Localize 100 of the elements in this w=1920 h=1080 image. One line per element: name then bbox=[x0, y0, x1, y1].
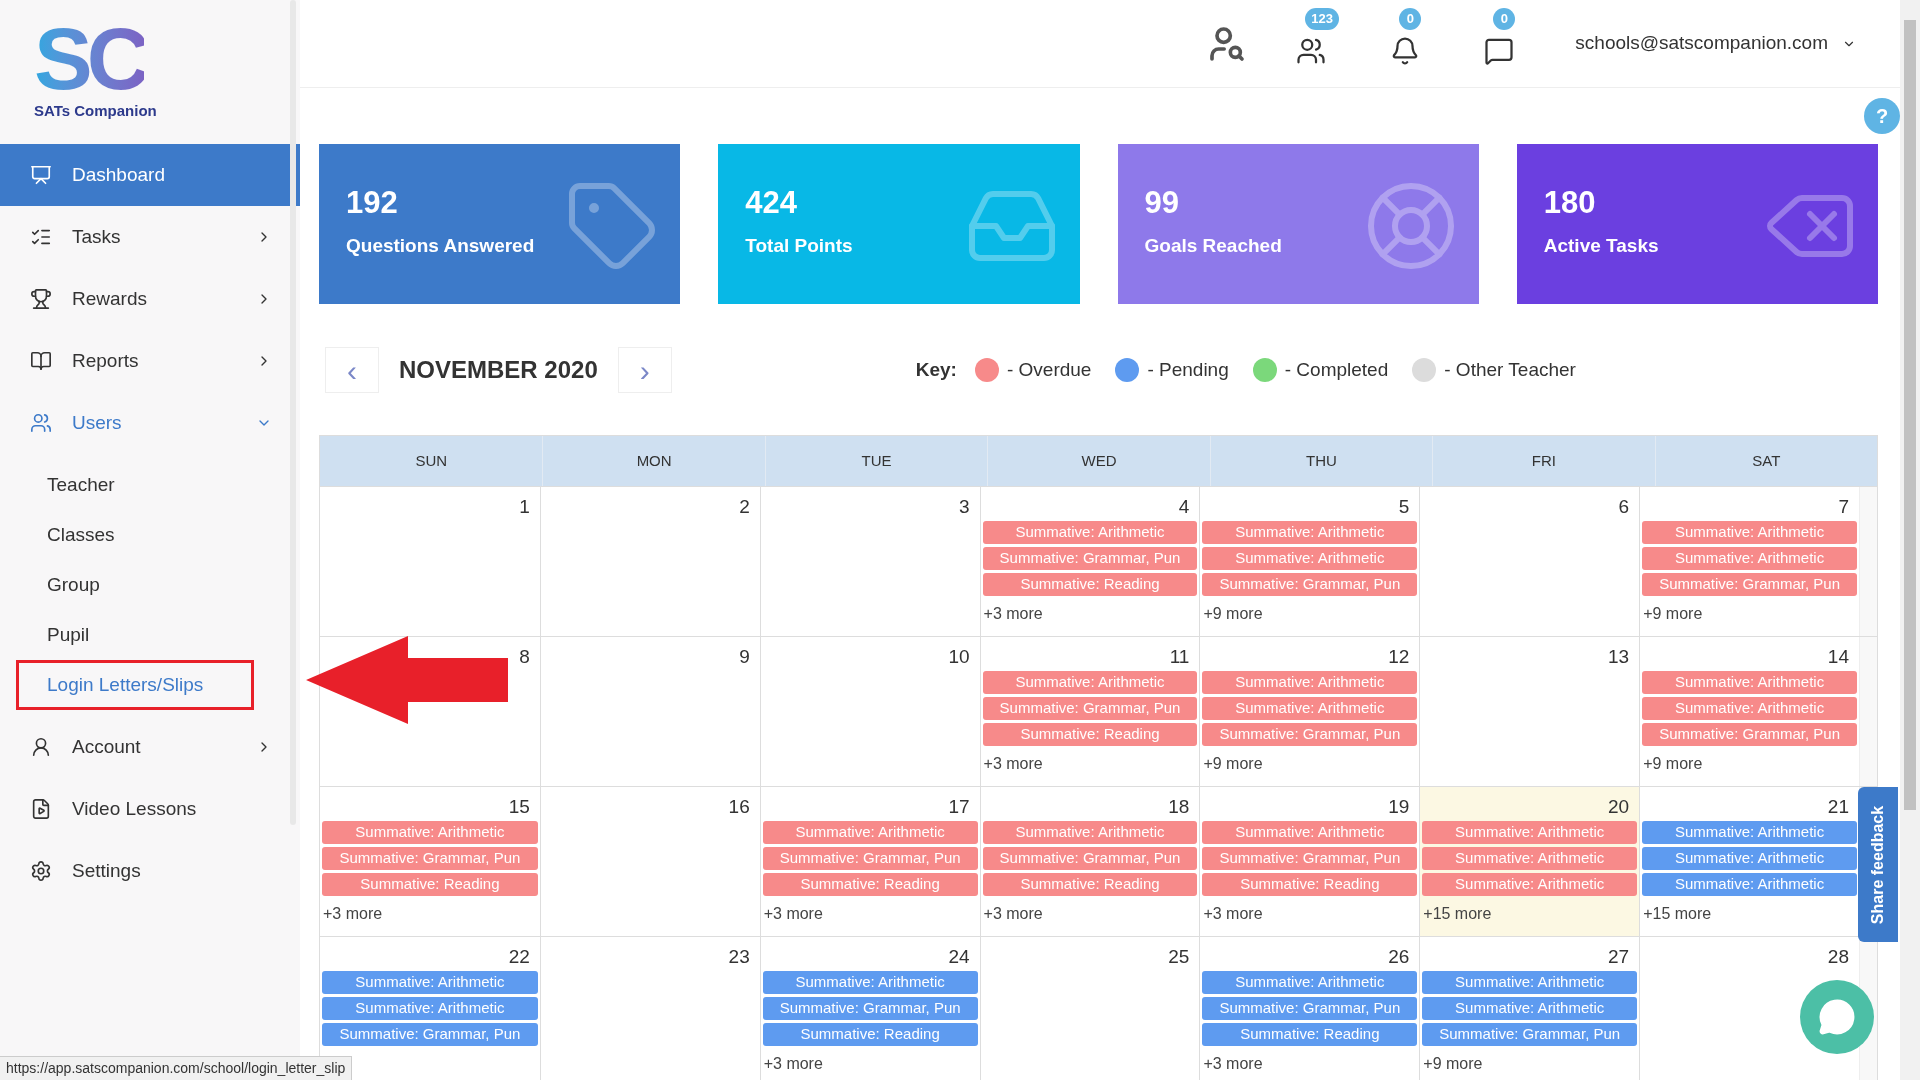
more-link[interactable]: +15 more bbox=[1422, 902, 1492, 926]
event-chip[interactable]: Summative: Reading bbox=[1202, 873, 1418, 896]
submenu-item[interactable]: Group bbox=[16, 560, 131, 610]
event-chip[interactable]: Summative: Arithmetic bbox=[1642, 873, 1857, 896]
event-chip[interactable]: Summative: Arithmetic bbox=[1202, 971, 1418, 994]
event-chip[interactable]: Summative: Arithmetic bbox=[322, 997, 538, 1020]
more-link[interactable]: +9 more bbox=[1202, 752, 1263, 776]
sidebar-item[interactable]: Rewards bbox=[0, 268, 300, 330]
sidebar-item[interactable]: Dashboard bbox=[0, 144, 300, 206]
event-chip[interactable]: Summative: Arithmetic bbox=[762, 971, 978, 994]
sidebar-label: Reports bbox=[72, 348, 140, 373]
sidebar-item[interactable]: Settings bbox=[0, 840, 300, 902]
more-link[interactable]: +9 more bbox=[1202, 602, 1263, 626]
event-chip[interactable]: Summative: Grammar, Pun bbox=[1202, 723, 1418, 746]
more-link[interactable]: +15 more bbox=[1642, 902, 1712, 926]
day-number: 5 bbox=[1398, 495, 1411, 519]
sidebar-item[interactable]: Account bbox=[0, 716, 300, 778]
feedback-label: Share feedback bbox=[1868, 805, 1887, 924]
event-chip[interactable]: Summative: Reading bbox=[982, 723, 1198, 746]
event-chip[interactable]: Summative: Grammar, Pun bbox=[762, 997, 978, 1020]
event-chip[interactable]: Summative: Grammar, Pun bbox=[982, 547, 1198, 570]
help-button[interactable]: ? bbox=[1864, 98, 1900, 134]
event-chip[interactable]: Summative: Arithmetic bbox=[322, 971, 538, 994]
event-chip[interactable]: Summative: Reading bbox=[322, 873, 538, 896]
event-chip[interactable]: Summative: Grammar, Pun bbox=[322, 847, 538, 870]
legend-label: - Completed bbox=[1284, 357, 1389, 382]
sidebar-item[interactable]: Video Lessons bbox=[0, 778, 300, 840]
submenu-item[interactable]: Pupil bbox=[16, 610, 121, 660]
stat-value: 424 bbox=[745, 187, 798, 219]
more-link[interactable]: +3 more bbox=[322, 902, 383, 926]
event-chip[interactable]: Summative: Arithmetic bbox=[1202, 671, 1418, 694]
event-chip[interactable]: Summative: Reading bbox=[982, 573, 1198, 596]
more-link[interactable]: +3 more bbox=[982, 752, 1043, 776]
event-chip[interactable]: Summative: Arithmetic bbox=[1642, 521, 1857, 544]
event-chip[interactable]: Summative: Grammar, Pun bbox=[1422, 1023, 1638, 1046]
event-chip[interactable]: Summative: Arithmetic bbox=[1642, 697, 1857, 720]
event-chip[interactable]: Summative: Arithmetic bbox=[1202, 547, 1418, 570]
event-chip[interactable]: Summative: Arithmetic bbox=[1422, 821, 1638, 844]
sidebar-item[interactable]: Tasks bbox=[0, 206, 300, 268]
event-chip[interactable]: Summative: Grammar, Pun bbox=[1202, 847, 1418, 870]
event-chip[interactable]: Summative: Grammar, Pun bbox=[1642, 723, 1857, 746]
event-chip[interactable]: Summative: Grammar, Pun bbox=[982, 847, 1198, 870]
more-link[interactable]: +3 more bbox=[1202, 902, 1263, 926]
event-chip[interactable]: Summative: Arithmetic bbox=[1422, 847, 1638, 870]
submenu-item[interactable]: Teacher bbox=[16, 460, 146, 510]
event-chip[interactable]: Summative: Arithmetic bbox=[982, 521, 1198, 544]
notification-button[interactable]: 0 bbox=[1469, 7, 1530, 70]
event-chip[interactable]: Summative: Arithmetic bbox=[1202, 521, 1418, 544]
more-link[interactable]: +3 more bbox=[982, 602, 1043, 626]
event-chip[interactable]: Summative: Arithmetic bbox=[982, 821, 1198, 844]
more-link[interactable]: +3 more bbox=[762, 902, 823, 926]
submenu-item[interactable]: Login Letters/Slips bbox=[16, 660, 254, 710]
chat-bubble-icon bbox=[1818, 998, 1856, 1036]
event-chip[interactable]: Summative: Arithmetic bbox=[1642, 547, 1857, 570]
event-chip[interactable]: Summative: Grammar, Pun bbox=[762, 847, 978, 870]
notification-button[interactable]: 0 bbox=[1375, 7, 1436, 70]
day-number: 20 bbox=[1608, 795, 1631, 819]
event-chip[interactable]: Summative: Arithmetic bbox=[982, 671, 1198, 694]
event-chip[interactable]: Summative: Grammar, Pun bbox=[1202, 573, 1418, 596]
event-chip[interactable]: Summative: Arithmetic bbox=[322, 821, 538, 844]
event-chip[interactable]: Summative: Arithmetic bbox=[1202, 821, 1418, 844]
event-chip[interactable]: Summative: Reading bbox=[762, 873, 978, 896]
event-chip[interactable]: Summative: Grammar, Pun bbox=[982, 697, 1198, 720]
day-number: 3 bbox=[959, 495, 971, 519]
event-chip[interactable]: Summative: Reading bbox=[762, 1023, 978, 1046]
event-chip[interactable]: Summative: Grammar, Pun bbox=[322, 1023, 538, 1046]
page-scrollbar[interactable] bbox=[1900, 0, 1920, 1080]
event-chip[interactable]: Summative: Arithmetic bbox=[1422, 873, 1638, 896]
feedback-tab[interactable]: Share feedback bbox=[1858, 787, 1898, 942]
prev-month-button[interactable]: ‹ bbox=[325, 347, 379, 393]
sidebar-item[interactable]: Reports bbox=[0, 330, 300, 392]
more-link[interactable]: +3 more bbox=[982, 902, 1043, 926]
event-chip[interactable]: Summative: Arithmetic bbox=[1642, 847, 1857, 870]
event-chip[interactable]: Summative: Grammar, Pun bbox=[1202, 997, 1418, 1020]
event-chip[interactable]: Summative: Arithmetic bbox=[1422, 997, 1638, 1020]
event-chip[interactable]: Summative: Arithmetic bbox=[1642, 821, 1857, 844]
event-chip[interactable]: Summative: Arithmetic bbox=[762, 821, 978, 844]
next-month-button[interactable]: › bbox=[617, 347, 672, 393]
day-number: 24 bbox=[948, 945, 971, 969]
submenu-item[interactable]: Classes bbox=[16, 510, 146, 560]
day-number: 7 bbox=[1838, 495, 1850, 519]
event-chip[interactable]: Summative: Arithmetic bbox=[1422, 971, 1638, 994]
day-number: 27 bbox=[1608, 945, 1631, 969]
event-chip[interactable]: Summative: Arithmetic bbox=[1642, 671, 1857, 694]
event-chip[interactable]: Summative: Reading bbox=[982, 873, 1198, 896]
event-chip[interactable]: Summative: Arithmetic bbox=[1202, 697, 1418, 720]
event-chip[interactable]: Summative: Grammar, Pun bbox=[1642, 573, 1857, 596]
users-icon bbox=[30, 412, 52, 434]
weekday-header: SUN bbox=[414, 450, 449, 471]
more-link[interactable]: +3 more bbox=[762, 1052, 823, 1076]
notification-button[interactable]: 123 bbox=[1281, 7, 1342, 70]
settings-icon bbox=[30, 860, 52, 882]
scrollbar[interactable] bbox=[290, 0, 296, 825]
sidebar-item[interactable]: Users bbox=[0, 392, 300, 454]
more-link[interactable]: +9 more bbox=[1642, 752, 1703, 776]
more-link[interactable]: +9 more bbox=[1642, 602, 1703, 626]
event-chip[interactable]: Summative: Reading bbox=[1202, 1023, 1418, 1046]
account-menu[interactable]: schools@satscompanion.com bbox=[1575, 29, 1856, 58]
more-link[interactable]: +9 more bbox=[1422, 1052, 1483, 1076]
more-link[interactable]: +3 more bbox=[1202, 1052, 1263, 1076]
